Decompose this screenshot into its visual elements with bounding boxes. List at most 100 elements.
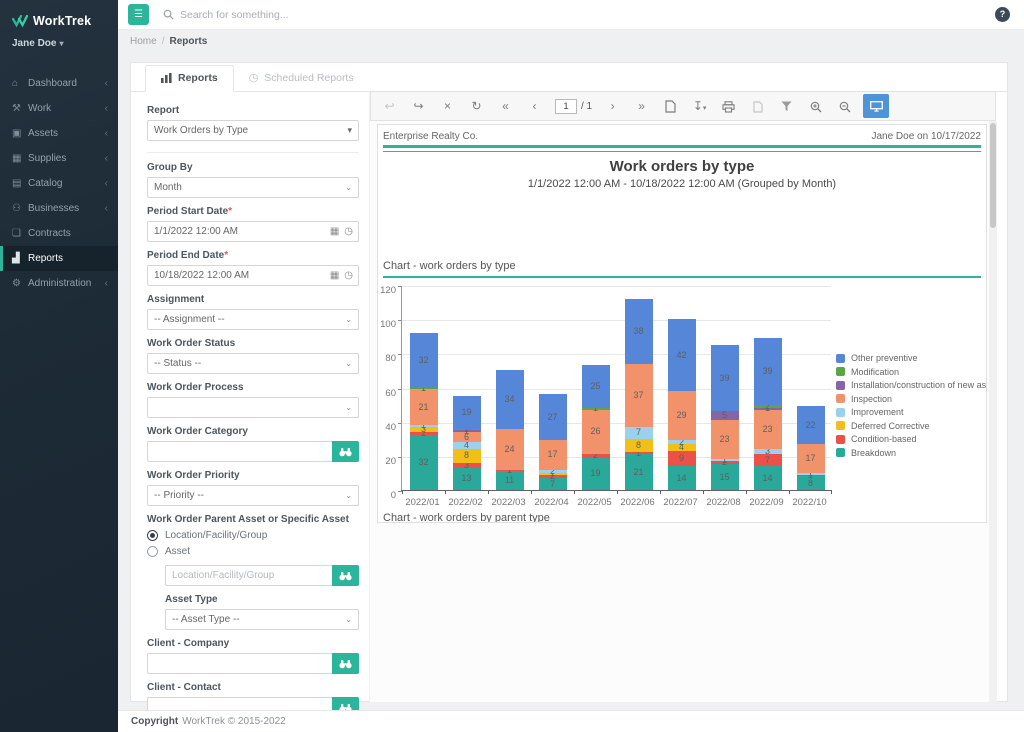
bar-segment: 24 bbox=[496, 429, 524, 470]
sidebar-menu: ⌂Dashboard‹⚒Work‹▣Assets‹▦Supplies‹▤Cata… bbox=[0, 71, 118, 296]
period-end-input[interactable] bbox=[147, 265, 325, 286]
legend-item: Installation/construction of new asset bbox=[836, 380, 987, 390]
worktrek-logo-icon bbox=[12, 15, 28, 28]
forward-icon[interactable]: ↪ bbox=[404, 99, 433, 113]
chevron-left-icon: ‹ bbox=[105, 203, 108, 214]
sidebar-item-catalog[interactable]: ▤Catalog‹ bbox=[0, 171, 118, 196]
prev-page-icon[interactable]: ‹ bbox=[520, 99, 549, 113]
page-number-input[interactable] bbox=[555, 99, 577, 114]
y-axis-label: 100 bbox=[380, 319, 396, 330]
asset-type-select[interactable]: -- Asset Type -- ⌄ bbox=[165, 609, 359, 630]
logo[interactable]: WorkTrek bbox=[0, 0, 118, 28]
next-page-icon[interactable]: › bbox=[598, 99, 627, 113]
period-start-input[interactable] bbox=[147, 221, 325, 242]
sidebar-item-assets[interactable]: ▣Assets‹ bbox=[0, 121, 118, 146]
bar-segment-label: 17 bbox=[547, 450, 557, 459]
legend-swatch bbox=[836, 435, 845, 444]
print-icon[interactable] bbox=[714, 99, 743, 113]
y-tick bbox=[398, 320, 402, 321]
x-tick bbox=[488, 490, 489, 494]
page-total: / 1 bbox=[581, 101, 592, 112]
client-company-lookup-button[interactable] bbox=[332, 653, 359, 674]
sidebar-item-administration[interactable]: ⚙Administration‹ bbox=[0, 271, 118, 296]
y-axis-label: 20 bbox=[385, 456, 396, 467]
assignment-select[interactable]: -- Assignment -- ⌄ bbox=[147, 309, 359, 330]
tab-reports[interactable]: Reports bbox=[145, 65, 234, 92]
bar-segment: 8 bbox=[625, 439, 653, 453]
search-input[interactable] bbox=[180, 9, 480, 21]
x-tick bbox=[402, 490, 403, 494]
bar-segment: 22 bbox=[797, 406, 825, 444]
first-page-icon[interactable]: « bbox=[491, 99, 520, 113]
process-select[interactable]: ⌄ bbox=[147, 397, 359, 418]
back-icon[interactable]: ↩ bbox=[375, 99, 404, 113]
bar-segment: 8 bbox=[453, 449, 481, 463]
group-by-select[interactable]: Month ⌄ bbox=[147, 177, 359, 198]
download-icon[interactable]: ↧▾ bbox=[685, 99, 714, 113]
category-lookup-button[interactable] bbox=[332, 441, 359, 462]
bar-segment-label: 19 bbox=[590, 469, 600, 478]
chart-section2-title: Chart - work orders by parent type bbox=[383, 512, 981, 523]
x-axis-label: 2022/05 bbox=[573, 497, 616, 508]
location-input[interactable] bbox=[165, 565, 332, 586]
work-order-process-field: Work Order Process ⌄ bbox=[147, 382, 359, 418]
zoom-out-icon[interactable] bbox=[830, 99, 859, 113]
page-view-icon[interactable] bbox=[656, 99, 685, 113]
help-button[interactable]: ? bbox=[995, 7, 1010, 22]
bar-segment-label: 14 bbox=[762, 474, 772, 483]
sidebar-item-contracts[interactable]: ❏Contracts bbox=[0, 221, 118, 246]
bar-segment: 39 bbox=[754, 338, 782, 405]
assets-icon: ▣ bbox=[12, 128, 28, 139]
legend-swatch bbox=[836, 394, 845, 403]
report-select[interactable]: Work Orders by Type ▾ bbox=[147, 120, 359, 141]
priority-select[interactable]: -- Priority -- ⌄ bbox=[147, 485, 359, 506]
y-tick bbox=[398, 389, 402, 390]
status-select[interactable]: -- Status -- ⌄ bbox=[147, 353, 359, 374]
bar-segment-label: 7 bbox=[550, 480, 555, 489]
bar-segment: 9 bbox=[668, 451, 696, 466]
sidebar-item-businesses[interactable]: ⚇Businesses‹ bbox=[0, 196, 118, 221]
bar-segment: 3 bbox=[754, 449, 782, 454]
filter-icon[interactable] bbox=[772, 99, 801, 113]
y-tick bbox=[398, 457, 402, 458]
legend-swatch bbox=[836, 448, 845, 457]
report-byline: Jane Doe on 10/17/2022 bbox=[871, 131, 981, 142]
bar-segment: 26 bbox=[582, 410, 610, 454]
bar-segment-label: 23 bbox=[719, 435, 729, 444]
client-company-input[interactable] bbox=[147, 653, 332, 674]
sidebar-item-supplies[interactable]: ▦Supplies‹ bbox=[0, 146, 118, 171]
zoom-in-icon[interactable] bbox=[801, 99, 830, 113]
y-tick bbox=[398, 354, 402, 355]
viewer-scrollbar[interactable] bbox=[989, 121, 997, 702]
chart-y-axis: 020406080100120 bbox=[378, 286, 398, 491]
scrollbar-thumb[interactable] bbox=[990, 123, 996, 228]
x-axis-label: 2022/08 bbox=[702, 497, 745, 508]
calendar-icon[interactable]: ▦ bbox=[330, 226, 339, 237]
x-tick bbox=[574, 490, 575, 494]
category-input[interactable] bbox=[147, 441, 332, 462]
breadcrumb-home[interactable]: Home bbox=[130, 36, 157, 47]
location-lookup-button[interactable] bbox=[332, 565, 359, 586]
radio-asset[interactable]: Asset bbox=[147, 546, 359, 557]
bar-segment-label: 15 bbox=[719, 473, 729, 482]
legend-label: Breakdown bbox=[851, 448, 896, 458]
document-icon[interactable] bbox=[743, 99, 772, 113]
sidebar-item-dashboard[interactable]: ⌂Dashboard‹ bbox=[0, 71, 118, 96]
toggle-view-button[interactable] bbox=[863, 94, 889, 118]
report-filter-form: Report Work Orders by Type ▾ Group By Mo… bbox=[147, 105, 359, 732]
refresh-icon[interactable]: ↻ bbox=[462, 99, 491, 113]
last-page-icon[interactable]: » bbox=[627, 99, 656, 113]
businesses-icon: ⚇ bbox=[12, 203, 28, 214]
group-by-field: Group By Month ⌄ bbox=[147, 162, 359, 198]
clock-icon[interactable]: ◷ bbox=[344, 270, 353, 281]
user-menu[interactable]: Jane Doe▾ bbox=[0, 28, 118, 49]
bar-segment-label: 8 bbox=[808, 479, 813, 488]
clock-icon[interactable]: ◷ bbox=[344, 226, 353, 237]
sidebar-item-reports[interactable]: ▟Reports bbox=[0, 246, 118, 271]
cancel-icon[interactable]: × bbox=[433, 99, 462, 113]
hamburger-menu-button[interactable]: ☰ bbox=[128, 4, 149, 25]
sidebar-item-work[interactable]: ⚒Work‹ bbox=[0, 96, 118, 121]
calendar-icon[interactable]: ▦ bbox=[330, 270, 339, 281]
radio-location-facility-group[interactable]: Location/Facility/Group bbox=[147, 530, 359, 541]
tab-scheduled-reports[interactable]: ◷ Scheduled Reports bbox=[234, 65, 369, 91]
